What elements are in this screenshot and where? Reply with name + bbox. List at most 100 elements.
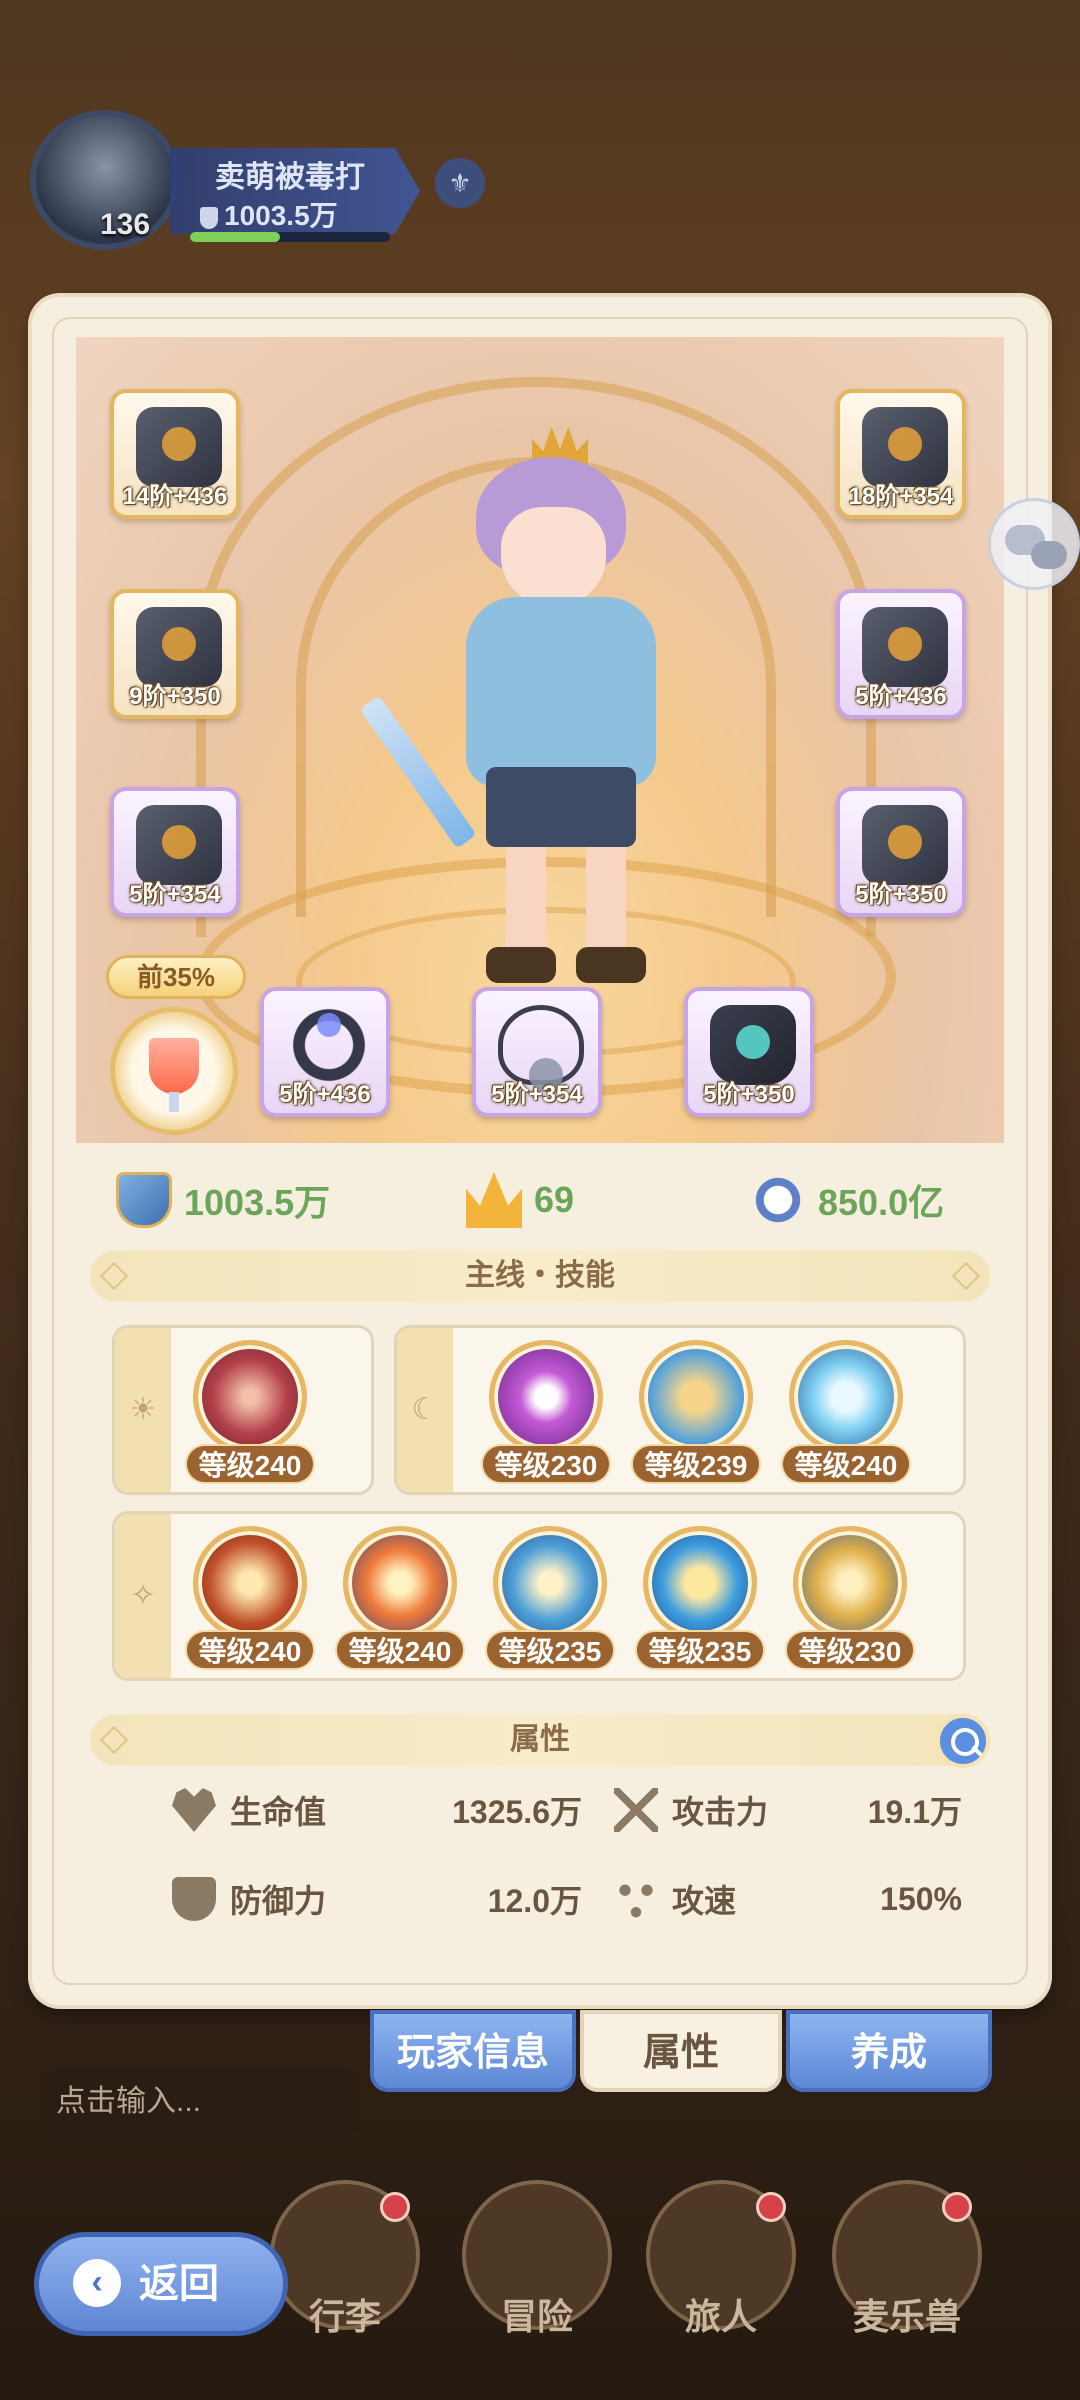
nav-adventure[interactable]: 冒险	[462, 2180, 612, 2360]
skill-level: 等级230	[481, 1444, 611, 1484]
equip-slot-belt[interactable]: 5阶+354	[110, 787, 240, 917]
skill-level: 等级240	[185, 1630, 315, 1670]
skill-item[interactable]: 等级230	[785, 1526, 915, 1676]
character-shoe	[576, 947, 646, 983]
skill-level: 等级235	[635, 1630, 765, 1670]
search-icon[interactable]	[936, 1714, 990, 1768]
tab-attributes[interactable]: 属性	[580, 2010, 782, 2092]
skill-group-sun: ☀ 等级240	[112, 1325, 374, 1495]
nav-label: 旅人	[684, 2296, 757, 2337]
skill-group-star: ✧ 等级240 等级240 等级235 等级235 等级230	[112, 1511, 966, 1681]
diamond-icon	[99, 1261, 129, 1291]
character-leg	[506, 847, 546, 957]
nodes-icon	[614, 1877, 658, 1921]
attr-label: 生命值	[230, 1794, 327, 1830]
attr-value: 12.0万	[487, 1883, 582, 1919]
equip-label: 5阶+354	[491, 1081, 583, 1108]
belt-icon	[136, 805, 222, 885]
sun-icon: ☀	[115, 1328, 171, 1492]
back-button[interactable]: ‹ 返回	[34, 2232, 288, 2336]
skill-chain-icon	[193, 1526, 307, 1640]
character-leg	[586, 847, 626, 957]
back-label: 返回	[139, 2262, 219, 2306]
tab-training[interactable]: 养成	[786, 2010, 992, 2092]
skill-item[interactable]: 等级239	[631, 1340, 761, 1490]
equip-slot-gauntlet[interactable]: 5阶+436	[836, 589, 966, 719]
equip-slot-ring[interactable]: 5阶+436	[260, 987, 390, 1117]
attr-spd: 攻速	[614, 1869, 736, 1929]
xp-fill	[190, 232, 280, 242]
nav-label: 冒险	[500, 2296, 573, 2337]
skill-lightning-icon	[789, 1340, 903, 1454]
nav-pet[interactable]: 麦乐兽	[832, 2180, 982, 2360]
attr-value: 1325.6万	[452, 1794, 582, 1830]
skill-item[interactable]: 等级235	[485, 1526, 615, 1676]
chat-input[interactable]: 点击输入...	[42, 2070, 360, 2134]
player-level: 136	[100, 208, 151, 241]
nav-traveler[interactable]: 旅人	[646, 2180, 796, 2360]
skill-group-moon: ☾ 等级230 等级239 等级240	[394, 1325, 966, 1495]
skill-level: 等级240	[185, 1444, 315, 1484]
equip-slot-necklace[interactable]: 5阶+354	[472, 987, 602, 1117]
attr-hp-value-wrap: 1325.6万	[432, 1780, 582, 1840]
equip-label: 5阶+354	[129, 881, 221, 908]
drink-icon	[149, 1038, 199, 1094]
crown-icon	[466, 1172, 522, 1228]
power-shield-icon	[200, 206, 218, 229]
character-face	[501, 507, 606, 607]
equip-slot-helmet[interactable]: 18阶+354	[836, 389, 966, 519]
character-body	[466, 597, 656, 787]
drink-slot[interactable]	[110, 1007, 238, 1135]
chat-bubble-icon[interactable]	[988, 498, 1080, 590]
power-shield-icon	[116, 1172, 172, 1228]
attr-label: 攻击力	[672, 1794, 769, 1830]
attr-atk-value-wrap: 19.1万	[832, 1780, 962, 1840]
attr-value: 19.1万	[867, 1794, 962, 1830]
skill-level: 等级230	[785, 1630, 915, 1670]
notification-dot	[380, 2192, 410, 2222]
moon-icon: ☾	[397, 1328, 453, 1492]
necklace-icon	[498, 1005, 584, 1092]
attr-def-value-wrap: 12.0万	[432, 1869, 582, 1929]
summary-stats: 1003.5万 69 850.0亿	[76, 1165, 1004, 1235]
equip-label: 18阶+354	[848, 483, 954, 510]
equip-label: 14阶+436	[122, 483, 228, 510]
stat-power-value: 1003.5万	[184, 1182, 331, 1223]
skill-item[interactable]: 等级240	[185, 1340, 315, 1490]
skill-flower-icon	[193, 1340, 307, 1454]
skill-item[interactable]: 等级230	[481, 1340, 611, 1490]
player-name: 卖萌被毒打	[215, 161, 365, 194]
equip-slot-weapon[interactable]: 14阶+436	[110, 389, 240, 519]
skill-item[interactable]: 等级240	[781, 1340, 911, 1490]
skill-item[interactable]: 等级240	[185, 1526, 315, 1676]
skill-target-icon	[489, 1340, 603, 1454]
stopwatch-icon	[750, 1172, 806, 1228]
attr-label: 防御力	[230, 1883, 327, 1919]
ring-icon	[286, 1005, 372, 1085]
equip-slot-boots[interactable]: 5阶+350	[836, 787, 966, 917]
skill-hero-icon	[639, 1340, 753, 1454]
attributes-header: 属性	[90, 1714, 990, 1766]
skill-item[interactable]: 等级240	[335, 1526, 465, 1676]
star-icon: ✧	[115, 1514, 171, 1678]
rank-badge: 前35%	[106, 955, 246, 999]
notification-dot	[942, 2192, 972, 2222]
heart-icon	[172, 1788, 216, 1832]
tab-player-info[interactable]: 玩家信息	[370, 2010, 576, 2092]
attr-row: 生命值 1325.6万 攻击力 19.1万	[132, 1780, 962, 1840]
equip-slot-bottle[interactable]: 5阶+350	[684, 987, 814, 1117]
skill-item[interactable]: 等级235	[635, 1526, 765, 1676]
attr-spd-value-wrap: 150%	[832, 1869, 962, 1929]
attr-def: 防御力	[172, 1869, 326, 1929]
xp-bar	[190, 232, 390, 242]
nav-label: 麦乐兽	[852, 2296, 961, 2337]
diamond-icon	[951, 1261, 981, 1291]
guild-icon[interactable]: ⚜	[435, 158, 485, 208]
player-bar[interactable]: 136 卖萌被毒打 1003.5万	[20, 110, 440, 250]
notification-dot	[756, 2192, 786, 2222]
equip-slot-armor[interactable]: 9阶+350	[110, 589, 240, 719]
nav-luggage[interactable]: 行李	[270, 2180, 420, 2360]
character-model[interactable]	[446, 427, 686, 987]
stat-power: 1003.5万	[116, 1165, 330, 1235]
skill-orbit-icon	[643, 1526, 757, 1640]
